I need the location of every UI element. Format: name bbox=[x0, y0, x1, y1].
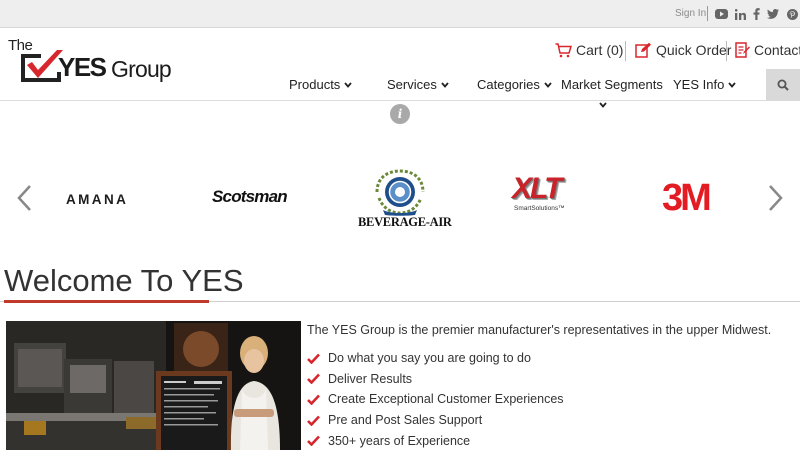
chevron-down-icon bbox=[344, 81, 352, 88]
contact-link[interactable]: Contact bbox=[735, 42, 800, 58]
brand-amana-text: AMANA bbox=[66, 192, 129, 207]
cart-label: Cart bbox=[576, 42, 603, 58]
search-button[interactable] bbox=[766, 69, 800, 101]
brand-scotsman-text: Scotsman bbox=[212, 187, 288, 206]
feature-text: Pre and Post Sales Support bbox=[328, 413, 483, 428]
pinterest-icon[interactable] bbox=[786, 7, 798, 21]
quick-order-label: Quick Order bbox=[656, 42, 732, 58]
divider bbox=[707, 6, 708, 21]
check-icon bbox=[307, 394, 320, 405]
youtube-icon[interactable] bbox=[714, 7, 728, 21]
top-utility-bar: Sign In bbox=[0, 0, 800, 28]
chevron-down-icon bbox=[599, 102, 607, 108]
list-item: Create Exceptional Customer Experiences bbox=[307, 389, 564, 410]
check-icon bbox=[307, 435, 320, 447]
logo-yes-text: YES bbox=[58, 52, 107, 82]
nav-services-label: Services bbox=[387, 77, 437, 92]
brand-beverage-air-text: BEVERAGE-AIR bbox=[358, 215, 452, 229]
check-icon bbox=[307, 374, 320, 385]
nav-categories-label: Categories bbox=[477, 77, 540, 92]
intro-text: The YES Group is the premier manufacture… bbox=[307, 323, 772, 337]
feature-text: 350+ years of Experience bbox=[328, 433, 471, 448]
feature-text: Create Exceptional Customer Experiences bbox=[328, 392, 564, 407]
logo-group-text: Group bbox=[111, 56, 172, 82]
nav-yes-info-label: YES Info bbox=[673, 77, 725, 92]
quick-order-link[interactable]: Quick Order bbox=[635, 42, 731, 58]
yes-group-logo[interactable]: The YES Group bbox=[6, 36, 176, 84]
carousel-prev-arrow-icon[interactable] bbox=[14, 184, 36, 212]
brand-3m-text: 3M bbox=[662, 177, 712, 219]
brand-logo-3m[interactable]: 3M bbox=[662, 178, 730, 218]
contact-form-icon bbox=[735, 42, 750, 58]
nav-products[interactable]: Products bbox=[289, 77, 352, 92]
brand-logo-beverage-air[interactable]: BEVERAGE-AIR bbox=[356, 168, 452, 230]
list-item: Pre and Post Sales Support bbox=[307, 410, 564, 431]
beverage-air-crest-icon bbox=[375, 169, 425, 216]
features-list: Do what you say you are going to do Deli… bbox=[307, 348, 564, 450]
search-icon bbox=[777, 79, 789, 91]
contact-label: Contact bbox=[754, 42, 800, 58]
list-item: 350+ years of Experience bbox=[307, 430, 564, 450]
nav-products-label: Products bbox=[289, 77, 341, 92]
brand-logo-amana[interactable]: AMANA bbox=[66, 191, 152, 207]
brand-xlt-tagline: SmartSolutions™ bbox=[514, 205, 565, 212]
nav-services[interactable]: Services bbox=[387, 77, 449, 92]
chevron-down-icon bbox=[544, 81, 552, 88]
sign-in-link[interactable]: Sign In bbox=[675, 8, 706, 19]
feature-text: Do what you say you are going to do bbox=[328, 351, 531, 366]
edit-icon bbox=[635, 42, 651, 58]
info-icon[interactable]: i bbox=[390, 104, 410, 124]
linkedin-icon[interactable] bbox=[734, 7, 746, 21]
carousel-next-arrow-icon[interactable] bbox=[764, 184, 786, 212]
nav-categories[interactable]: Categories bbox=[477, 77, 552, 92]
brand-logo-scotsman[interactable]: Scotsman bbox=[212, 187, 298, 211]
site-header: The YES Group Cart (0) Quick Order Conta… bbox=[0, 29, 800, 108]
twitter-icon[interactable] bbox=[767, 7, 779, 21]
nav-market-segments-label: Market Segments bbox=[561, 77, 663, 92]
feature-text: Deliver Results bbox=[328, 371, 413, 386]
brand-logo-xlt[interactable]: XLT SmartSolutions™ bbox=[512, 172, 586, 216]
welcome-photo bbox=[6, 321, 301, 450]
divider bbox=[726, 41, 727, 61]
cart-icon bbox=[555, 42, 572, 57]
cart-count: (0) bbox=[606, 42, 624, 58]
nav-yes-info[interactable]: YES Info bbox=[673, 77, 736, 92]
nav-market-segments[interactable]: Market Segments bbox=[561, 77, 663, 92]
divider bbox=[625, 41, 626, 61]
chevron-down-icon bbox=[441, 81, 449, 88]
chevron-down-icon bbox=[728, 81, 736, 88]
list-item: Do what you say you are going to do bbox=[307, 348, 564, 369]
welcome-heading: Welcome To YES bbox=[4, 263, 244, 298]
facebook-icon[interactable] bbox=[752, 7, 760, 21]
list-item: Deliver Results bbox=[307, 369, 564, 390]
heading-underline bbox=[4, 300, 209, 303]
check-icon bbox=[307, 353, 320, 364]
brand-xlt-text: XLT bbox=[512, 172, 562, 205]
cart-link[interactable]: Cart (0) bbox=[555, 42, 623, 58]
check-icon bbox=[307, 415, 320, 426]
